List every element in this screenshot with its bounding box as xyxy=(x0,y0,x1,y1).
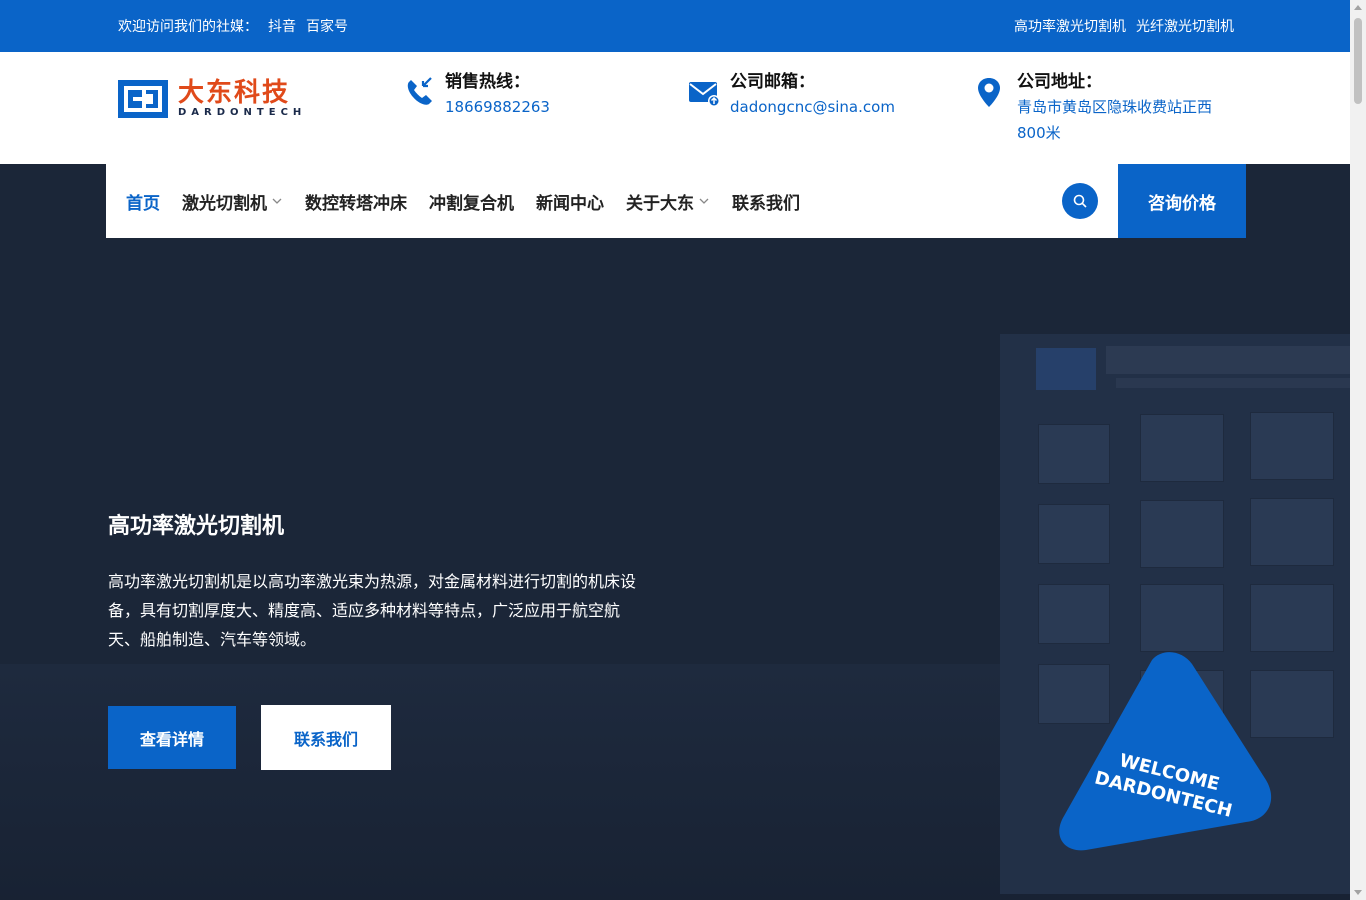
high-power-laser-link[interactable]: 高功率激光切割机 xyxy=(1014,16,1126,36)
nav-punch-laser-combo[interactable]: 冲割复合机 xyxy=(429,189,514,214)
scroll-thumb[interactable] xyxy=(1354,18,1362,104)
inquiry-price-button[interactable]: 咨询价格 xyxy=(1118,164,1246,238)
nav-home[interactable]: 首页 xyxy=(126,189,160,214)
top-bar: 欢迎访问我们的社媒： 抖音 百家号 高功率激光切割机 光纤激光切割机 xyxy=(0,0,1350,52)
phone-info: 销售热线： 18669882263 xyxy=(403,70,550,120)
chevron-down-icon xyxy=(699,198,709,204)
hero-description: 高功率激光切割机是以高功率激光束为热源，对金属材料进行切割的机床设备，具有切割厚… xyxy=(108,572,637,649)
main-nav: 首页 激光切割机 数控转塔冲床 冲割复合机 新闻中心 关于大东 联系我们 咨询价… xyxy=(106,164,1246,238)
douyin-link[interactable]: 抖音 xyxy=(268,16,296,36)
logo[interactable]: 大东科技 DARDONTECH xyxy=(118,79,306,119)
search-icon xyxy=(1073,194,1087,208)
baijiahao-link[interactable]: 百家号 xyxy=(306,16,348,36)
logo-en-text: DARDONTECH xyxy=(178,107,307,118)
nav-contact[interactable]: 联系我们 xyxy=(732,189,800,214)
address-title: 公司地址： xyxy=(1017,72,1102,92)
view-details-button[interactable]: 查看详情 xyxy=(108,706,236,769)
contact-us-button[interactable]: 联系我们 xyxy=(261,705,391,770)
chevron-down-icon xyxy=(272,198,282,204)
phone-title: 销售热线： xyxy=(445,72,530,92)
logo-cn-text: 大东科技 xyxy=(178,78,291,108)
email-info: 公司邮箱： dadongcnc@sina.com xyxy=(688,70,895,120)
phone-icon xyxy=(407,77,432,105)
building-sign-icon xyxy=(1036,346,1350,390)
address-info: 公司地址： 青岛市黄岛区隐珠收费站正西800米 xyxy=(975,70,1237,146)
mail-icon xyxy=(689,82,720,107)
welcome-text: 欢迎访问我们的社媒： xyxy=(118,19,258,35)
scroll-down-icon[interactable] xyxy=(1354,890,1362,895)
hero-title: 高功率激光切割机 xyxy=(108,514,285,539)
address-value: 青岛市黄岛区隐珠收费站正西800米 xyxy=(1017,98,1213,142)
nav-laser-cutting[interactable]: 激光切割机 xyxy=(182,189,283,214)
nav-news[interactable]: 新闻中心 xyxy=(536,189,604,214)
email-title: 公司邮箱： xyxy=(730,72,815,92)
nav-turret-punch[interactable]: 数控转塔冲床 xyxy=(305,189,407,214)
fiber-laser-link[interactable]: 光纤激光切割机 xyxy=(1136,16,1234,36)
product-links: 高功率激光切割机 光纤激光切割机 xyxy=(1014,16,1234,36)
scroll-up-icon[interactable] xyxy=(1354,5,1362,10)
email-value[interactable]: dadongcnc@sina.com xyxy=(730,94,895,120)
location-pin-icon xyxy=(978,78,1000,107)
page-scrollbar[interactable] xyxy=(1350,0,1366,900)
phone-value[interactable]: 18669882263 xyxy=(445,94,550,120)
header: 大东科技 DARDONTECH 销售热线： 18669882263 公司邮箱： … xyxy=(0,52,1350,164)
nav-about[interactable]: 关于大东 xyxy=(626,189,710,214)
search-button[interactable] xyxy=(1062,183,1098,219)
welcome-badge[interactable]: WELCOME DARDONTECH xyxy=(1056,650,1278,856)
logo-mark-icon xyxy=(118,80,168,118)
social-links: 欢迎访问我们的社媒： 抖音 百家号 xyxy=(118,16,348,36)
